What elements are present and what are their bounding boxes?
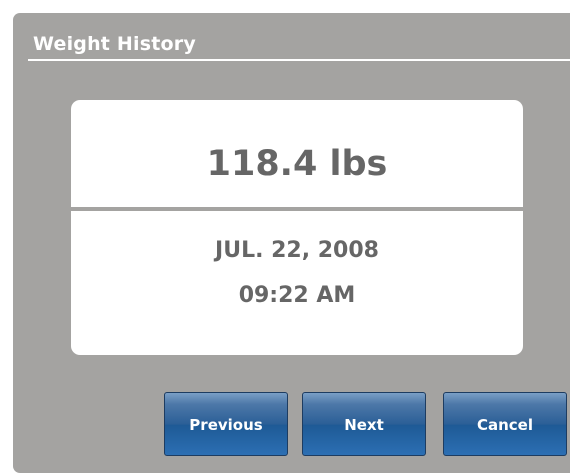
previous-button[interactable]: Previous — [164, 392, 288, 456]
card-divider — [71, 207, 523, 211]
title-divider — [28, 59, 570, 61]
page-title: Weight History — [33, 33, 196, 55]
weight-value: 118.4 lbs — [206, 144, 388, 184]
next-button[interactable]: Next — [302, 392, 426, 456]
weight-history-panel: Weight History 118.4 lbs JUL. 22, 2008 0… — [13, 13, 570, 473]
weight-record-card: 118.4 lbs JUL. 22, 2008 09:22 AM — [71, 100, 523, 355]
record-date: JUL. 22, 2008 — [215, 238, 379, 263]
record-time: 09:22 AM — [238, 283, 356, 308]
cancel-button[interactable]: Cancel — [443, 392, 567, 456]
